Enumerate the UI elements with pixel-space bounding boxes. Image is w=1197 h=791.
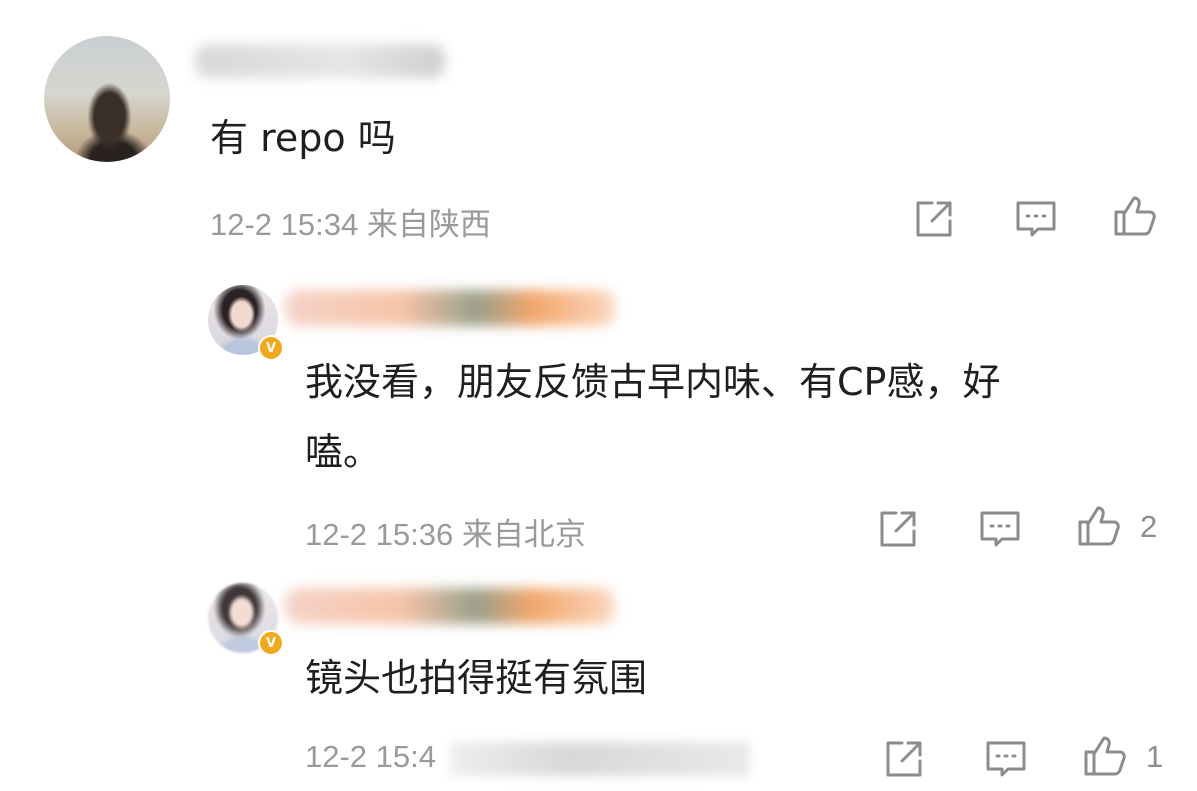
comment-icon[interactable] <box>982 735 1030 783</box>
username-redacted[interactable] <box>195 44 445 78</box>
location-redacted <box>450 742 750 776</box>
share-icon[interactable] <box>874 505 922 553</box>
comment-icon[interactable] <box>976 505 1024 553</box>
share-icon[interactable] <box>880 735 928 783</box>
comment-text-line: 我没看，朋友反馈古早内味、有CP感，好 <box>305 360 1001 404</box>
share-icon[interactable] <box>910 195 958 243</box>
comment-meta: 12-2 15:36 来自北京 <box>305 517 586 552</box>
verified-badge: V <box>258 335 284 361</box>
thumbs-up-icon[interactable] <box>1082 732 1130 780</box>
username-redacted[interactable] <box>285 588 615 624</box>
comment-icon[interactable] <box>1012 195 1060 243</box>
like-count: 2 <box>1140 509 1158 544</box>
comment-text: 有 repo 吗 <box>210 116 396 160</box>
avatar[interactable] <box>44 36 170 162</box>
comment-text: 镜头也拍得挺有氛围 <box>305 656 648 700</box>
comment-meta: 12-2 15:34 来自陕西 <box>210 207 491 242</box>
thumbs-up-icon[interactable] <box>1076 502 1124 550</box>
comment-text-line: 嗑。 <box>305 430 382 474</box>
comment-meta: 12-2 15:4 <box>305 739 436 774</box>
verified-badge: V <box>258 630 284 656</box>
thumbs-up-icon[interactable] <box>1112 192 1160 240</box>
username-redacted[interactable] <box>285 290 615 326</box>
like-count: 1 <box>1146 739 1164 774</box>
